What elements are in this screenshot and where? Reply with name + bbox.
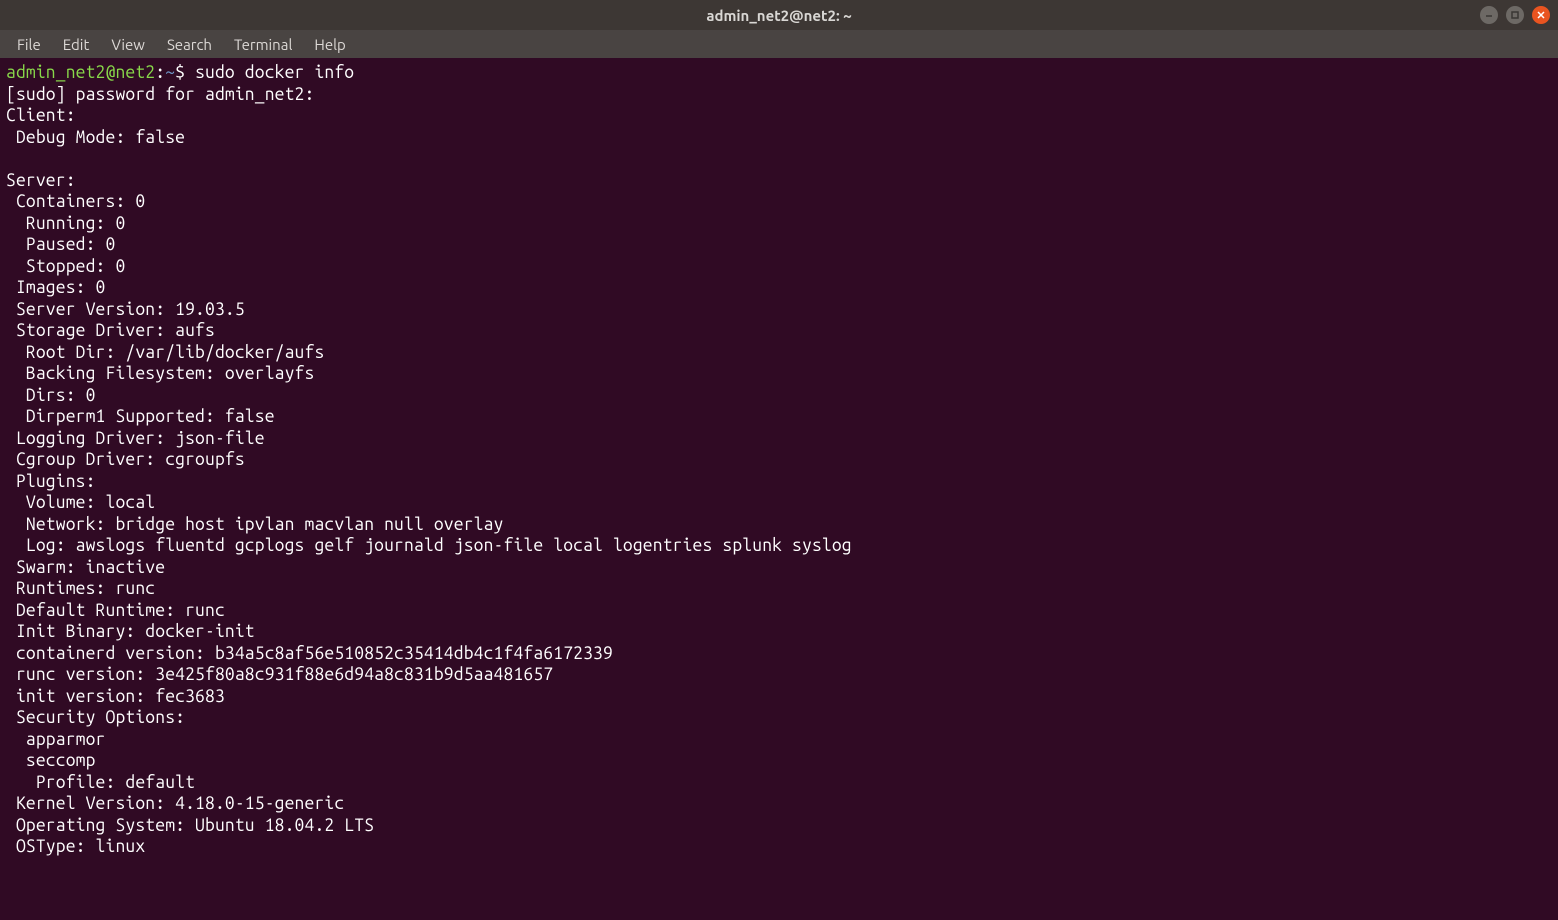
- window-controls: [1480, 6, 1550, 24]
- maximize-icon: [1510, 10, 1520, 20]
- menu-help[interactable]: Help: [305, 34, 354, 55]
- menu-terminal[interactable]: Terminal: [225, 34, 301, 55]
- menu-edit[interactable]: Edit: [54, 34, 99, 55]
- prompt-sep: :: [155, 63, 165, 82]
- prompt-command: sudo docker info: [195, 63, 354, 82]
- prompt-userhost: admin_net2@net2: [6, 63, 155, 82]
- terminal-output: [sudo] password for admin_net2: Client: …: [6, 85, 852, 857]
- menu-file[interactable]: File: [8, 34, 50, 55]
- menu-bar: File Edit View Search Terminal Help: [0, 30, 1558, 58]
- minimize-icon: [1484, 10, 1494, 20]
- title-bar: admin_net2@net2: ~: [0, 0, 1558, 30]
- terminal-viewport[interactable]: admin_net2@net2:~$ sudo docker info [sud…: [0, 58, 1558, 920]
- close-button[interactable]: [1532, 6, 1550, 24]
- menu-view[interactable]: View: [102, 34, 154, 55]
- menu-search[interactable]: Search: [158, 34, 221, 55]
- maximize-button[interactable]: [1506, 6, 1524, 24]
- close-icon: [1536, 10, 1546, 20]
- window-title: admin_net2@net2: ~: [706, 7, 851, 24]
- minimize-button[interactable]: [1480, 6, 1498, 24]
- prompt-sigil: $: [175, 63, 185, 82]
- prompt-path: ~: [165, 63, 175, 82]
